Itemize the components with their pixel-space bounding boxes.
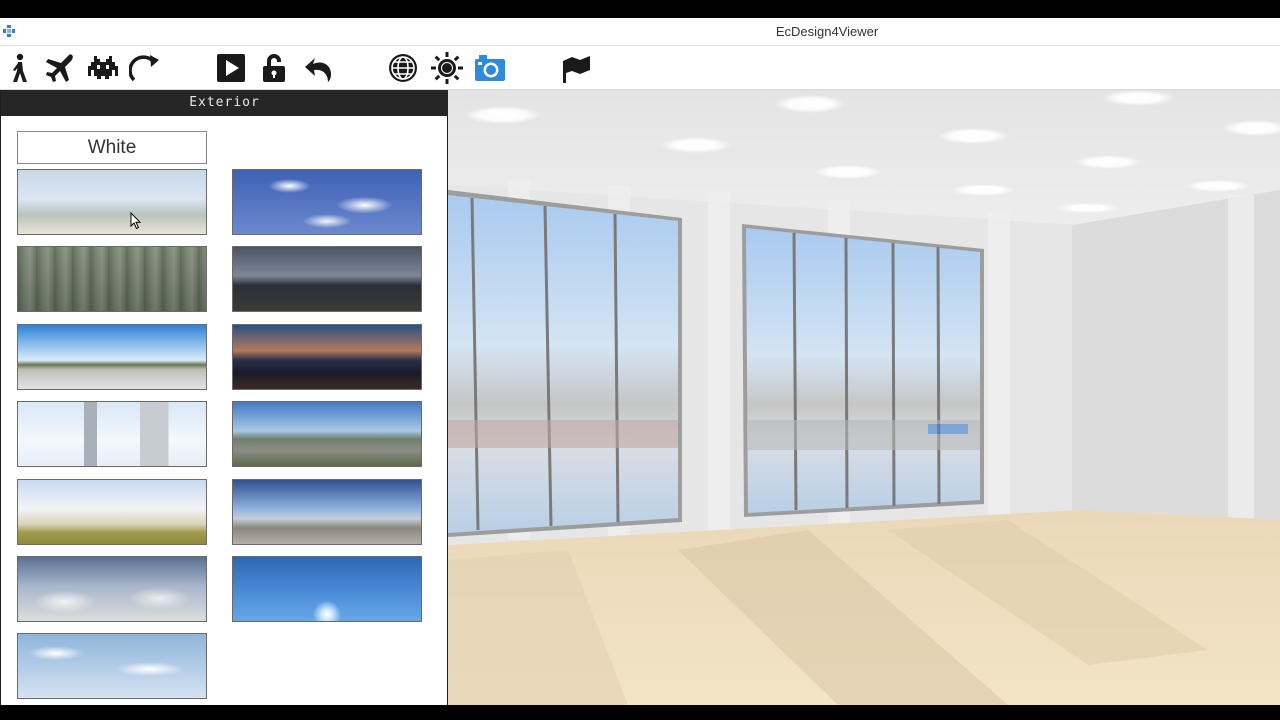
sky-thumbnail-city-dusk[interactable] bbox=[232, 246, 422, 312]
play-icon bbox=[217, 54, 245, 82]
walk-icon bbox=[13, 53, 27, 82]
flag-icon bbox=[563, 56, 590, 83]
walk-button[interactable] bbox=[2, 51, 36, 85]
exterior-panel: Exterior White bbox=[0, 90, 448, 705]
sky-thumbnail-beach[interactable] bbox=[17, 169, 207, 235]
character-button[interactable] bbox=[86, 51, 120, 85]
sky-thumbnail-blue-clouds[interactable] bbox=[232, 169, 422, 235]
undo-button[interactable] bbox=[302, 51, 336, 85]
globe-icon bbox=[389, 54, 417, 82]
room-render bbox=[448, 90, 1280, 705]
lock-button[interactable] bbox=[257, 51, 291, 85]
sky-thumbnail-harbor[interactable] bbox=[232, 479, 422, 545]
invader-icon bbox=[88, 56, 118, 79]
sky-thumbnail-field[interactable] bbox=[17, 479, 207, 545]
white-background-button[interactable]: White bbox=[17, 131, 207, 164]
sky-thumbnail-waterfront[interactable] bbox=[232, 401, 422, 467]
undo-icon bbox=[305, 58, 331, 82]
lock-icon bbox=[263, 54, 285, 82]
sky-thumbnail-city-towers[interactable] bbox=[17, 401, 207, 467]
sky-thumbnail-forest[interactable] bbox=[17, 246, 207, 312]
sky-thumbnail-cloudy[interactable] bbox=[17, 556, 207, 622]
panel-body[interactable]: White bbox=[1, 116, 448, 705]
camera-icon bbox=[475, 55, 505, 81]
play-button[interactable] bbox=[214, 51, 248, 85]
flag-button[interactable] bbox=[559, 51, 593, 85]
rotate-icon bbox=[129, 55, 159, 82]
mouse-cursor-icon bbox=[130, 212, 142, 230]
fly-button[interactable] bbox=[43, 51, 77, 85]
sky-thumbnail-sun[interactable] bbox=[232, 556, 422, 622]
exterior-button[interactable] bbox=[386, 51, 420, 85]
rotate-button[interactable] bbox=[128, 51, 162, 85]
sky-thumbnail-city-sunset[interactable] bbox=[232, 324, 422, 390]
sky-thumbnail-light-clouds[interactable] bbox=[17, 633, 207, 699]
app-window: EcDesign4Viewer Exterior White bbox=[0, 0, 1280, 720]
title-bar: EcDesign4Viewer bbox=[0, 18, 1280, 46]
toolbar bbox=[0, 46, 1280, 90]
sky-thumbnail-park[interactable] bbox=[17, 324, 207, 390]
3d-viewport[interactable] bbox=[448, 90, 1280, 705]
camera-button[interactable] bbox=[473, 51, 507, 85]
window-title: EcDesign4Viewer bbox=[775, 24, 879, 39]
light-button[interactable] bbox=[430, 51, 464, 85]
airplane-icon bbox=[46, 54, 73, 82]
panel-header: Exterior bbox=[1, 90, 448, 116]
sun-icon bbox=[431, 52, 463, 84]
